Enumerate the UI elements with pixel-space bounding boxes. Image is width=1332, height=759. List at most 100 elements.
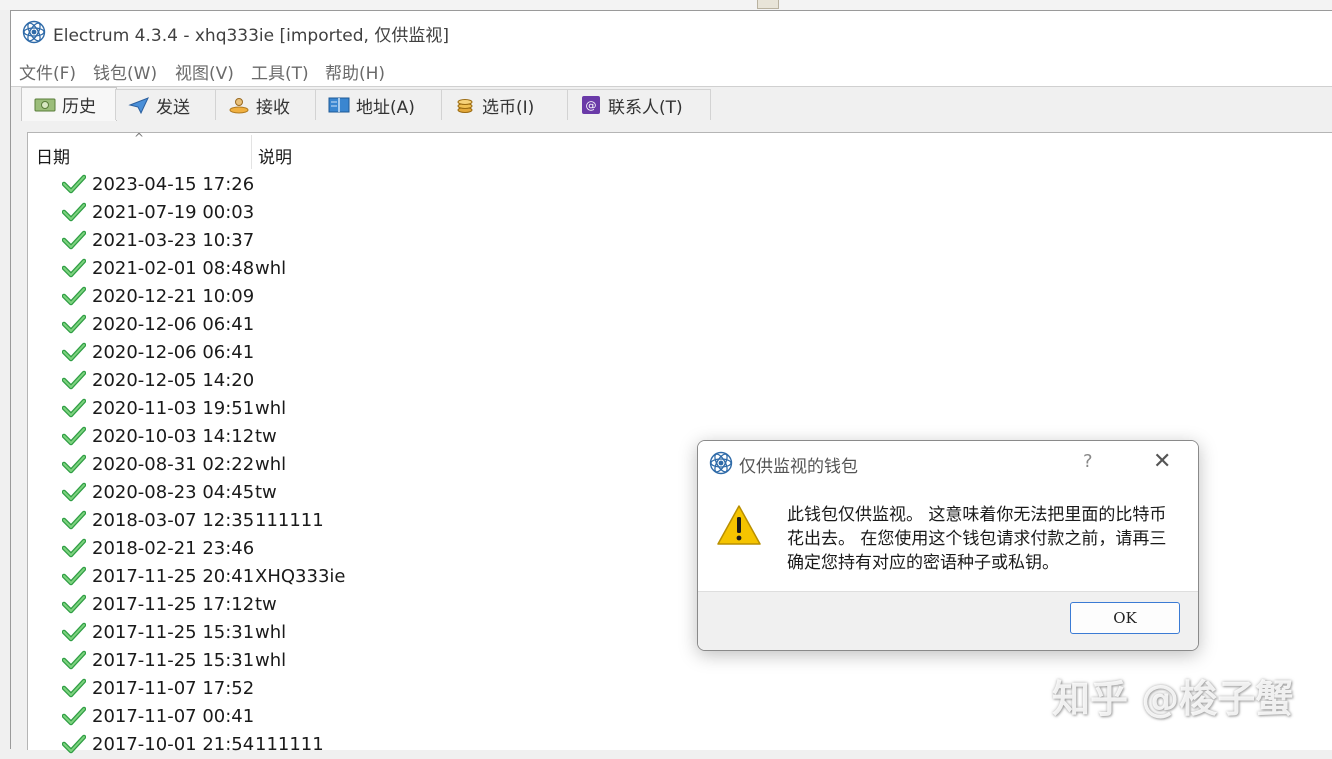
history-date: 2021-02-01 08:48 <box>92 258 255 279</box>
history-description: tw <box>255 482 277 503</box>
history-row[interactable]: 2020-11-03 19:51 whl <box>28 395 1332 423</box>
history-description: tw <box>255 426 277 447</box>
tab-receive[interactable]: 接收 <box>215 89 317 120</box>
history-date: 2017-10-01 21:54 <box>92 734 255 755</box>
confirmed-check-icon <box>62 286 86 306</box>
history-date: 2017-11-25 20:41 <box>92 566 255 587</box>
history-date: 2017-11-25 17:12 <box>92 594 255 615</box>
confirmed-check-icon <box>62 538 86 558</box>
dialog-help-button[interactable]: ? <box>1083 451 1093 472</box>
history-date: 2020-12-06 06:41 <box>92 342 255 363</box>
history-row[interactable]: 2023-04-15 17:26 <box>28 171 1332 199</box>
dialog-close-button[interactable]: ✕ <box>1153 449 1171 474</box>
history-date: 2017-11-07 00:41 <box>92 706 255 727</box>
tab-coins[interactable]: 选币(I) <box>441 89 569 120</box>
history-row[interactable]: 2017-10-01 21:54 111111 <box>28 731 1332 759</box>
column-separator[interactable] <box>251 135 252 169</box>
tab-send[interactable]: 发送 <box>115 89 217 120</box>
addresses-icon <box>328 97 350 113</box>
tab-contacts[interactable]: @ 联系人(T) <box>567 89 711 120</box>
column-date-header[interactable]: 日期 <box>36 143 70 168</box>
receive-icon <box>229 98 249 114</box>
confirmed-check-icon <box>62 202 86 222</box>
menu-help[interactable]: 帮助(H) <box>325 59 385 84</box>
watch-only-dialog: 仅供监视的钱包 ? ✕ 此钱包仅供监视。 这意味着你无法把里面的比特币花出去。 … <box>697 440 1199 651</box>
history-row[interactable]: 2020-12-21 10:09 <box>28 283 1332 311</box>
history-description: tw <box>255 594 277 615</box>
confirmed-check-icon <box>62 174 86 194</box>
history-date: 2017-11-25 15:31 <box>92 650 255 671</box>
confirmed-check-icon <box>62 230 86 250</box>
history-description: whl <box>255 650 287 671</box>
desktop-icon <box>757 0 779 9</box>
confirmed-check-icon <box>62 566 86 586</box>
column-description-header[interactable]: 说明 <box>258 143 292 168</box>
history-row[interactable]: 2020-12-06 06:41 <box>28 339 1332 367</box>
desktop-strip <box>0 0 1332 10</box>
window-title: Electrum 4.3.4 - xhq333ie [imported, 仅供监… <box>53 26 449 46</box>
dialog-footer: OK <box>698 591 1198 650</box>
confirmed-check-icon <box>62 342 86 362</box>
menu-wallet[interactable]: 钱包(W) <box>93 59 157 84</box>
confirmed-check-icon <box>62 678 86 698</box>
history-date: 2021-03-23 10:37 <box>92 230 255 251</box>
menu-bar: 文件(F) 钱包(W) 视图(V) 工具(T) 帮助(H) <box>11 53 1332 87</box>
dialog-title-bar: 仅供监视的钱包 ? ✕ <box>698 441 1198 485</box>
history-description: 111111 <box>255 510 324 531</box>
send-icon <box>128 97 149 114</box>
history-date: 2018-02-21 23:46 <box>92 538 255 559</box>
history-row[interactable]: 2021-03-23 10:37 <box>28 227 1332 255</box>
history-row[interactable]: 2020-12-05 14:20 <box>28 367 1332 395</box>
history-description: XHQ333ie <box>255 566 346 587</box>
dialog-body: 此钱包仅供监视。 这意味着你无法把里面的比特币花出去。 在您使用这个钱包请求付款… <box>698 485 1198 591</box>
tab-addresses[interactable]: 地址(A) <box>315 89 443 120</box>
history-date: 2020-12-06 06:41 <box>92 314 255 335</box>
tab-history-label: 历史 <box>62 97 96 117</box>
confirmed-check-icon <box>62 622 86 642</box>
confirmed-check-icon <box>62 370 86 390</box>
confirmed-check-icon <box>62 398 86 418</box>
menu-tools[interactable]: 工具(T) <box>251 59 309 84</box>
menu-view[interactable]: 视图(V) <box>175 59 234 84</box>
history-date: 2020-12-21 10:09 <box>92 286 255 307</box>
confirmed-check-icon <box>62 426 86 446</box>
history-header: ^ 日期 说明 <box>28 131 1332 171</box>
history-description: whl <box>255 398 287 419</box>
electrum-logo-icon <box>22 20 46 44</box>
svg-text:@: @ <box>586 99 597 112</box>
title-bar: Electrum 4.3.4 - xhq333ie [imported, 仅供监… <box>11 11 1332 53</box>
tab-receive-label: 接收 <box>256 97 290 118</box>
confirmed-check-icon <box>62 706 86 726</box>
history-date: 2017-11-07 17:52 <box>92 678 255 699</box>
coins-icon <box>457 99 473 113</box>
history-description: 111111 <box>255 734 324 755</box>
confirmed-check-icon <box>62 482 86 502</box>
confirmed-check-icon <box>62 454 86 474</box>
dialog-title: 仅供监视的钱包 <box>739 457 858 477</box>
history-date: 2023-04-15 17:26 <box>92 174 255 195</box>
tab-coins-label: 选币(I) <box>482 97 535 118</box>
history-description: whl <box>255 258 287 279</box>
history-date: 2020-08-23 04:45 <box>92 482 255 503</box>
dialog-message: 此钱包仅供监视。 这意味着你无法把里面的比特币花出去。 在您使用这个钱包请求付款… <box>787 505 1167 573</box>
history-row[interactable]: 2021-07-19 00:03 <box>28 199 1332 227</box>
history-date: 2020-12-05 14:20 <box>92 370 255 391</box>
history-description: whl <box>255 622 287 643</box>
confirmed-check-icon <box>62 734 86 754</box>
tab-send-label: 发送 <box>156 97 190 118</box>
confirmed-check-icon <box>62 594 86 614</box>
tab-contacts-label: 联系人(T) <box>608 97 683 118</box>
history-date: 2021-07-19 00:03 <box>92 202 255 223</box>
history-row[interactable]: 2021-02-01 08:48 whl <box>28 255 1332 283</box>
confirmed-check-icon <box>62 314 86 334</box>
tab-history[interactable]: 历史 <box>21 87 117 121</box>
menu-file[interactable]: 文件(F) <box>19 59 76 84</box>
history-row[interactable]: 2020-12-06 06:41 <box>28 311 1332 339</box>
history-description: whl <box>255 454 287 475</box>
watermark: 知乎 @梭子蟹 <box>1052 677 1294 721</box>
sort-indicator: ^ <box>134 131 145 145</box>
history-date: 2020-08-31 02:22 <box>92 454 255 475</box>
warning-icon <box>717 505 761 545</box>
contacts-icon: @ <box>582 96 600 114</box>
ok-button[interactable]: OK <box>1070 602 1180 634</box>
